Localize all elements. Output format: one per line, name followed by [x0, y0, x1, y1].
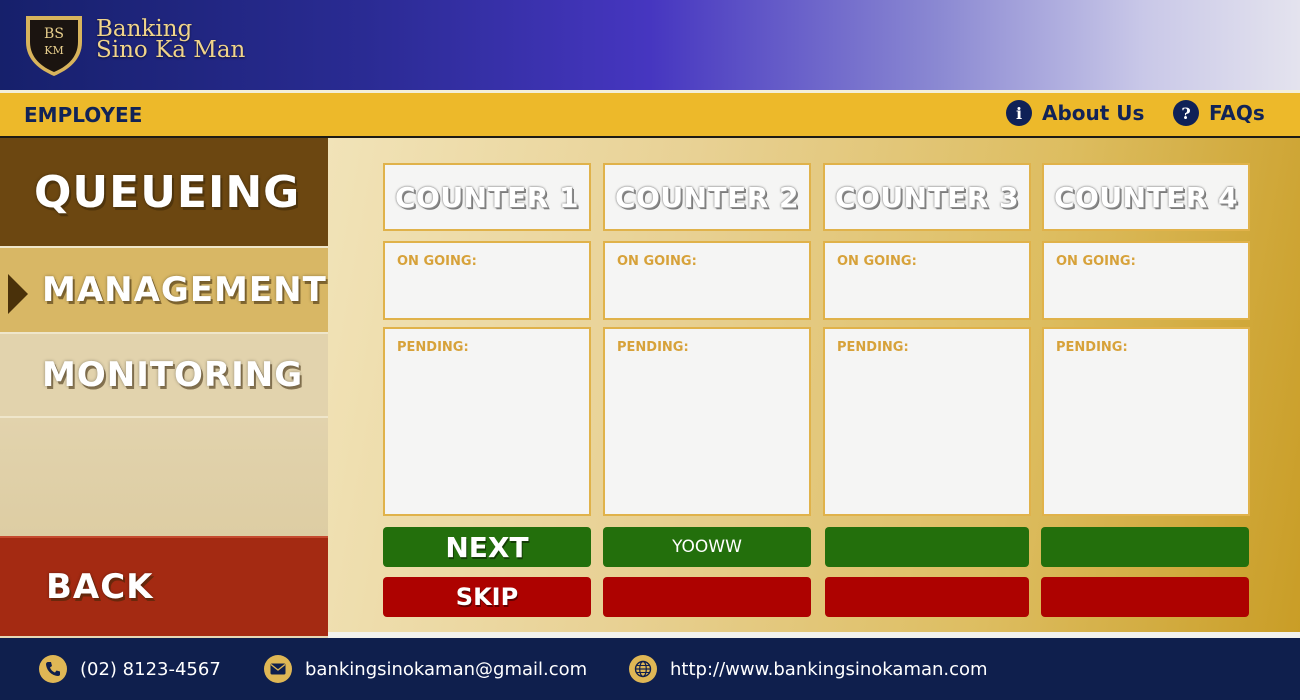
- counter-4-skip-button[interactable]: [1041, 577, 1249, 617]
- brand-name: Banking Sino Ka Man: [96, 18, 246, 63]
- counter-title: COUNTER 2: [614, 180, 800, 214]
- ongoing-label: ON GOING:: [397, 254, 477, 269]
- counter-1-skip-button[interactable]: SKIP: [383, 577, 591, 617]
- counter-1-header: COUNTER 1: [383, 163, 591, 231]
- next-label: NEXT: [445, 530, 529, 564]
- queueing-label: QUEUEING: [34, 166, 301, 218]
- info-icon: i: [1006, 100, 1032, 126]
- next-label: YOOWW: [672, 537, 742, 557]
- employee-bar: EMPLOYEE i About Us ? FAQs: [0, 90, 1300, 138]
- counter-2-pending-box: PENDING:: [603, 327, 811, 516]
- about-us-label: About Us: [1042, 101, 1145, 125]
- email-text: bankingsinokaman@gmail.com: [305, 658, 588, 680]
- counter-3-skip-button[interactable]: [825, 577, 1029, 617]
- back-button[interactable]: BACK: [0, 536, 328, 636]
- back-label: BACK: [46, 567, 154, 607]
- counter-3-header: COUNTER 3: [823, 163, 1031, 231]
- counter-4-header: COUNTER 4: [1042, 163, 1250, 231]
- counter-3-pending-box: PENDING:: [823, 327, 1031, 516]
- counter-3-ongoing-box: ON GOING:: [823, 241, 1031, 320]
- sidebar-spacer: [0, 416, 328, 536]
- footer-website[interactable]: http://www.bankingsinokaman.com: [629, 655, 988, 683]
- mail-icon: [264, 655, 292, 683]
- logo-icon: BS KM: [26, 16, 82, 76]
- counter-1-next-button[interactable]: NEXT: [383, 527, 591, 567]
- ongoing-label: ON GOING:: [1056, 254, 1136, 269]
- counter-4-ongoing-box: ON GOING:: [1042, 241, 1250, 320]
- about-us-link[interactable]: i About Us: [1006, 100, 1144, 126]
- pending-label: PENDING:: [617, 340, 689, 355]
- management-label: MANAGEMENT: [42, 270, 327, 310]
- counter-title: COUNTER 1: [394, 180, 580, 214]
- counter-2-next-button[interactable]: YOOWW: [603, 527, 811, 567]
- employee-label: EMPLOYEE: [24, 103, 143, 127]
- header: BS KM Banking Sino Ka Man: [0, 0, 1300, 90]
- counter-3-next-button[interactable]: [825, 527, 1029, 567]
- pending-label: PENDING:: [1056, 340, 1128, 355]
- sidebar-item-management[interactable]: MANAGEMENT: [0, 246, 328, 332]
- counter-4-pending-box: PENDING:: [1042, 327, 1250, 516]
- sidebar-item-monitoring[interactable]: MONITORING: [0, 332, 328, 416]
- footer-email[interactable]: bankingsinokaman@gmail.com: [264, 655, 587, 683]
- faqs-link[interactable]: ? FAQs: [1173, 100, 1265, 126]
- counters-panel: COUNTER 1 ON GOING: PENDING: NEXT SKIP C…: [328, 138, 1300, 638]
- skip-label: SKIP: [455, 583, 519, 611]
- faqs-label: FAQs: [1209, 101, 1265, 125]
- website-text: http://www.bankingsinokaman.com: [670, 658, 988, 680]
- counter-title: COUNTER 4: [1053, 180, 1239, 214]
- counter-2-ongoing-box: ON GOING:: [603, 241, 811, 320]
- counter-1-pending-box: PENDING:: [383, 327, 591, 516]
- phone-icon: [39, 655, 67, 683]
- monitoring-label: MONITORING: [42, 355, 304, 395]
- brand-line-2: Sino Ka Man: [96, 37, 246, 63]
- logo-text-bottom: KM: [44, 44, 63, 57]
- sidebar-heading-queueing: QUEUEING: [0, 138, 328, 246]
- pending-label: PENDING:: [397, 340, 469, 355]
- pending-label: PENDING:: [837, 340, 909, 355]
- ongoing-label: ON GOING:: [617, 254, 697, 269]
- counter-2-skip-button[interactable]: [603, 577, 811, 617]
- footer-phone: (02) 8123-4567: [39, 655, 221, 683]
- sidebar: QUEUEING MANAGEMENT MONITORING BACK: [0, 138, 328, 638]
- counter-1-ongoing-box: ON GOING:: [383, 241, 591, 320]
- counter-title: COUNTER 3: [834, 180, 1020, 214]
- phone-text: (02) 8123-4567: [80, 658, 221, 680]
- logo-text-top: BS: [44, 26, 64, 42]
- footer: (02) 8123-4567 bankingsinokaman@gmail.co…: [0, 638, 1300, 700]
- globe-icon: [629, 655, 657, 683]
- active-arrow-icon: [8, 274, 28, 314]
- question-icon: ?: [1173, 100, 1199, 126]
- ongoing-label: ON GOING:: [837, 254, 917, 269]
- counter-4-next-button[interactable]: [1041, 527, 1249, 567]
- counter-2-header: COUNTER 2: [603, 163, 811, 231]
